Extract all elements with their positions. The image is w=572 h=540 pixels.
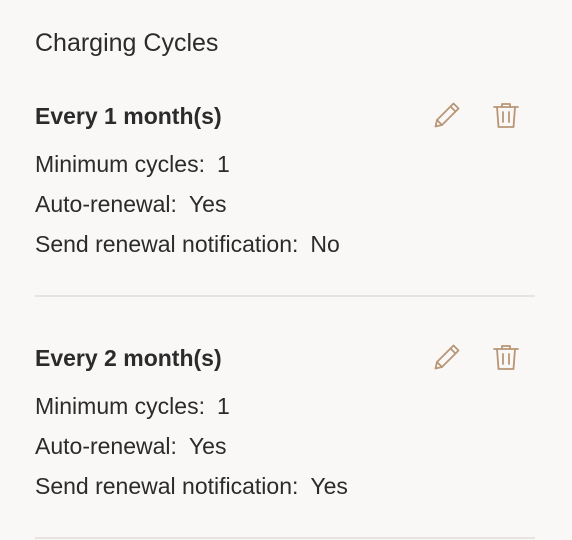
section-title: Charging Cycles (35, 29, 219, 57)
auto-renewal-row: Auto-renewal: Yes (35, 432, 226, 460)
edit-cycle-button[interactable] (430, 98, 464, 132)
divider (35, 537, 535, 539)
auto-renewal-label: Auto-renewal: (35, 191, 177, 217)
notification-value: Yes (310, 473, 348, 499)
min-cycles-row: Minimum cycles: 1 (35, 150, 230, 178)
min-cycles-row: Minimum cycles: 1 (35, 392, 230, 420)
notification-row: Send renewal notification: No (35, 230, 340, 258)
auto-renewal-row: Auto-renewal: Yes (35, 190, 226, 218)
cycle-title: Every 1 month(s) (35, 103, 222, 129)
auto-renewal-label: Auto-renewal: (35, 433, 177, 459)
delete-cycle-button[interactable] (489, 98, 523, 132)
pencil-icon (434, 102, 460, 128)
notification-row: Send renewal notification: Yes (35, 472, 348, 500)
notification-label: Send renewal notification: (35, 231, 299, 257)
notification-value: No (310, 231, 340, 257)
cycle-actions (430, 98, 523, 132)
pencil-icon (434, 344, 460, 370)
trash-icon (493, 103, 519, 128)
divider (35, 295, 535, 297)
min-cycles-value: 1 (216, 393, 230, 419)
min-cycles-value: 1 (216, 151, 230, 177)
cycle-actions (430, 340, 523, 374)
min-cycles-label: Minimum cycles: (35, 151, 205, 177)
notification-label: Send renewal notification: (35, 473, 299, 499)
auto-renewal-value: Yes (188, 191, 227, 217)
cycle-title: Every 2 month(s) (35, 345, 222, 371)
delete-cycle-button[interactable] (489, 340, 523, 374)
edit-cycle-button[interactable] (430, 340, 464, 374)
auto-renewal-value: Yes (188, 433, 227, 459)
trash-icon (493, 345, 519, 370)
min-cycles-label: Minimum cycles: (35, 393, 205, 419)
